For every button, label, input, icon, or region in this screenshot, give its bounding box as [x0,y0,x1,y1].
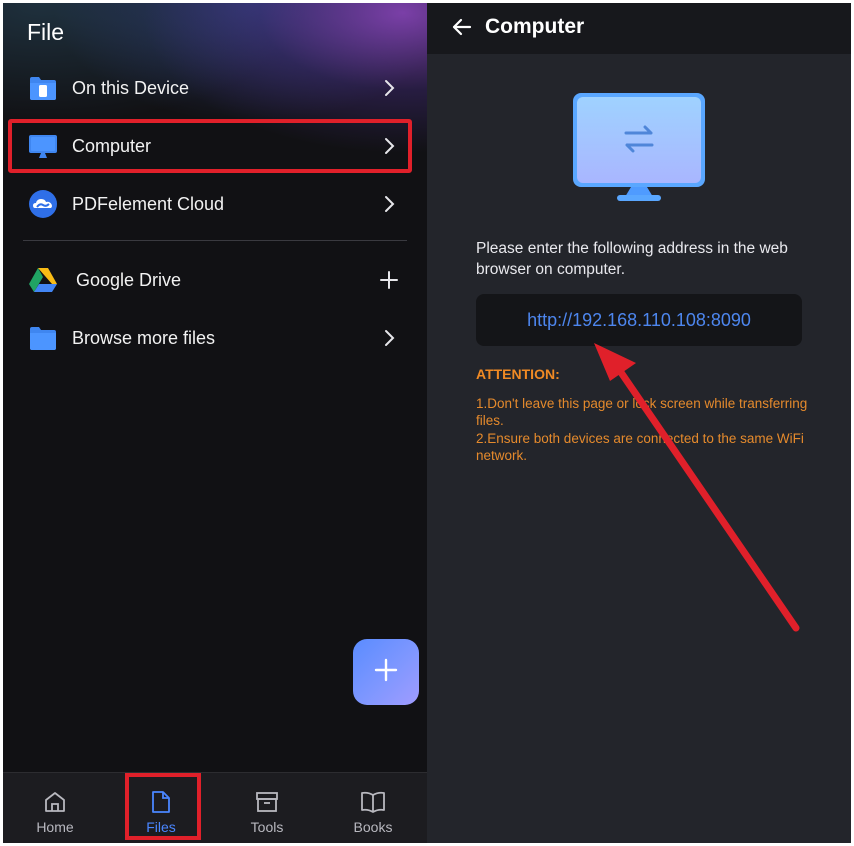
folder-icon [28,323,58,353]
phone-folder-icon [28,73,58,103]
instruction-text: Please enter the following address in th… [476,240,788,278]
list-item-label: On this Device [72,77,190,98]
back-arrow-icon[interactable] [449,14,475,40]
list-item-pdfelement-cloud[interactable]: PDFelement Cloud [23,181,407,227]
bottom-nav: Home Files Tools Books [3,772,427,843]
computer-highlight-box [8,119,412,173]
page-title: Computer [485,15,585,38]
toolbox-icon [254,789,280,815]
tab-tools[interactable]: Tools [217,773,317,843]
top-bar: Computer [427,3,851,54]
tab-label: Home [36,819,74,835]
book-icon [360,789,386,815]
chevron-right-icon [377,326,401,350]
attention-line-2: 2.Ensure both devices are connected to t… [476,431,804,463]
list-item-google-drive[interactable]: Google Drive [23,257,407,303]
plus-icon [377,268,401,292]
tab-home[interactable]: Home [5,773,105,843]
home-icon [42,789,68,815]
chevron-right-icon [377,192,401,216]
list-item-browse-more-files[interactable]: Browse more files [23,315,407,361]
address-value: http://192.168.110.108:8090 [527,309,751,330]
add-fab-button[interactable] [353,639,419,705]
tab-books[interactable]: Books [323,773,423,843]
cloud-icon [28,189,58,219]
page-title: File [27,19,65,45]
files-tab-highlight-box [125,773,201,840]
tab-label: Books [353,819,393,835]
section-divider [23,240,407,241]
list-item-on-this-device[interactable]: On this Device [23,65,407,111]
screenshot-frame: File On this Device Computer PDFelement [0,0,854,846]
files-panel: File On this Device Computer PDFelement [3,3,427,843]
tab-label: Tools [250,819,284,835]
chevron-right-icon [377,76,401,100]
list-item-label: PDFelement Cloud [72,193,225,214]
google-drive-icon [28,265,58,295]
list-item-label: Google Drive [76,269,182,290]
attention-title: ATTENTION: [476,366,560,382]
address-box[interactable]: http://192.168.110.108:8090 [476,294,802,346]
attention-line-1: 1.Don't leave this page or lock screen w… [476,396,808,428]
computer-transfer-panel: Computer Please enter the following addr… [427,3,851,843]
list-item-label: Browse more files [72,327,216,348]
monitor-transfer-illustration [573,93,707,210]
plus-icon [374,658,398,687]
